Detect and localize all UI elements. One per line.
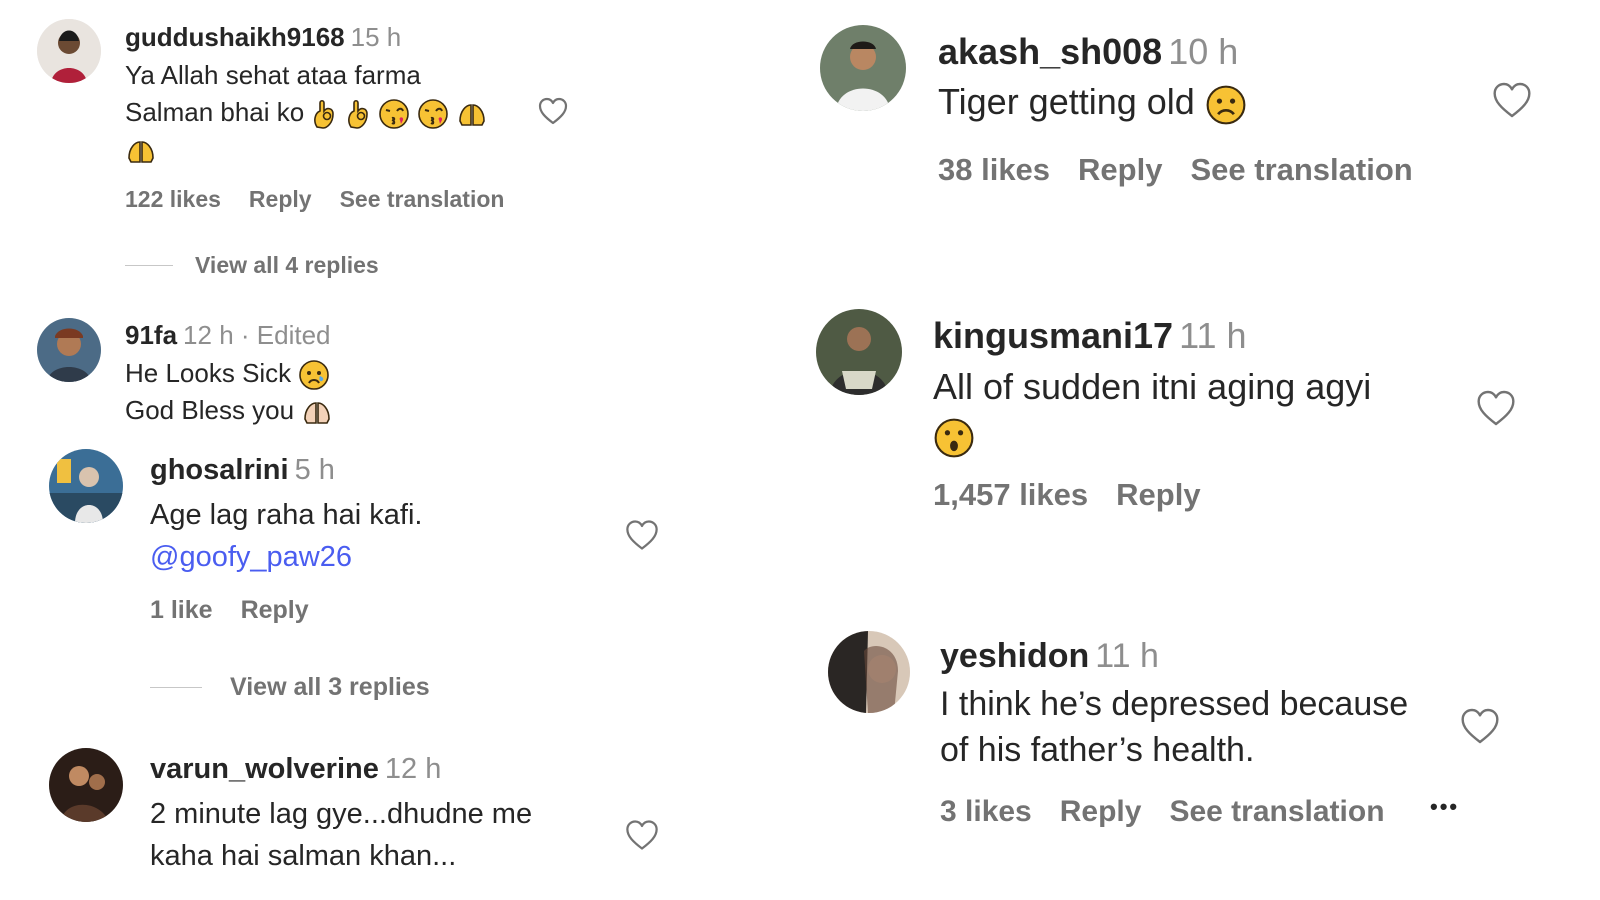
comment-kingusmani17: kingusmani17 11 h All of sudden itni agin… — [800, 300, 1600, 540]
comment-time[interactable]: 12 h — [385, 753, 441, 785]
comment-time[interactable]: 12 h — [183, 320, 234, 350]
comment-username[interactable]: varun_wolverine — [150, 753, 379, 785]
reply-button[interactable]: Reply — [241, 596, 309, 624]
comment-text-line: Ya Allah sehat ataa farma — [125, 60, 421, 91]
kissing-face-emoji — [417, 98, 449, 130]
comment-varun-wolverine: varun_wolverine 12 h 2 minute lag gye...d… — [0, 740, 700, 900]
comment-akash-sh008: akash_sh008 10 h Tiger getting old 38 lik… — [800, 0, 1600, 220]
comment-time[interactable]: 11 h — [1179, 315, 1246, 356]
avatar[interactable] — [820, 25, 906, 111]
ok-hand-emoji — [345, 99, 371, 130]
likes-count[interactable]: 38 likes — [938, 152, 1050, 187]
heart-outline-icon[interactable] — [1458, 706, 1502, 746]
reply-button[interactable]: Reply — [1116, 477, 1200, 512]
comment-username[interactable]: yeshidon — [940, 637, 1089, 675]
divider-line — [150, 687, 202, 688]
view-replies-label[interactable]: View all 4 replies — [195, 252, 379, 279]
reply-button[interactable]: Reply — [1060, 795, 1142, 828]
comment-text-line: He Looks Sick — [125, 358, 292, 389]
likes-count[interactable]: 1 like — [150, 596, 213, 624]
avatar[interactable] — [816, 309, 902, 395]
heart-outline-icon[interactable] — [1474, 388, 1518, 428]
comment-time[interactable]: 15 h — [351, 22, 402, 52]
likes-count[interactable]: 122 likes — [125, 186, 221, 212]
surprised-face-emoji — [933, 417, 975, 459]
left-comments-column: guddushaikh9168 15 h Ya Allah sehat ataa … — [0, 0, 700, 900]
reply-button[interactable]: Reply — [1078, 152, 1162, 187]
ok-hand-emoji — [311, 99, 337, 130]
comment-text-line: Salman bhai ko — [125, 97, 305, 128]
comment-text-line: kaha hai salman khan... — [150, 839, 457, 872]
view-replies-button[interactable]: View all 4 replies — [125, 252, 379, 279]
comment-text-line: 2 minute lag gye...dhudne me — [150, 797, 533, 830]
heart-outline-icon[interactable] — [624, 518, 660, 552]
comment-text-line: Age lag raha hai kafi. — [150, 498, 423, 531]
see-translation-button[interactable]: See translation — [1190, 152, 1412, 187]
comment-time[interactable]: 10 h — [1168, 31, 1238, 72]
comment-text-line: God Bless you — [125, 395, 295, 426]
heart-outline-icon[interactable] — [624, 818, 660, 852]
edited-label: · Edited — [233, 320, 331, 350]
comment-username[interactable]: akash_sh008 — [938, 31, 1162, 72]
more-options-icon[interactable]: ••• — [1430, 794, 1459, 820]
likes-count[interactable]: 1,457 likes — [933, 477, 1088, 512]
mention-link[interactable]: @goofy_paw26 — [150, 536, 610, 578]
likes-count[interactable]: 3 likes — [940, 795, 1032, 828]
heart-outline-icon[interactable] — [1490, 80, 1534, 120]
folded-hands-emoji — [301, 397, 333, 427]
view-replies-label[interactable]: View all 3 replies — [230, 673, 430, 702]
avatar[interactable] — [828, 631, 910, 713]
reply-button[interactable]: Reply — [249, 186, 312, 212]
comment-time[interactable]: 5 h — [295, 454, 335, 486]
comment-text-line: I think he’s depressed because — [940, 684, 1409, 723]
sad-face-emoji — [1205, 84, 1247, 126]
comment-yeshidon: yeshidon 11 h I think he’s depressed beca… — [800, 620, 1600, 900]
comment-guddushaikh9168: guddushaikh9168 15 h Ya Allah sehat ataa … — [0, 0, 700, 290]
avatar[interactable] — [37, 318, 101, 382]
folded-hands-emoji — [125, 136, 157, 166]
divider-line — [125, 265, 173, 266]
comment-username[interactable]: ghosalrini — [150, 454, 289, 486]
folded-hands-emoji — [456, 99, 488, 129]
comment-username[interactable]: kingusmani17 — [933, 315, 1173, 356]
right-comments-column: akash_sh008 10 h Tiger getting old 38 lik… — [800, 0, 1600, 900]
avatar[interactable] — [49, 748, 123, 822]
see-translation-button[interactable]: See translation — [340, 186, 505, 212]
crying-face-emoji — [298, 359, 330, 391]
avatar[interactable] — [37, 19, 101, 83]
comment-text-line: All of sudden itni aging agyi — [933, 366, 1372, 408]
view-replies-button[interactable]: View all 3 replies — [150, 673, 430, 702]
comment-ghosalrini: ghosalrini 5 h Age lag raha hai kafi. @go… — [0, 445, 700, 715]
comment-91fa: 91fa 12 h · Edited He Looks Sick God Bles… — [0, 300, 700, 440]
comment-text-line: Tiger getting old — [938, 81, 1195, 123]
kissing-face-emoji — [378, 98, 410, 130]
comment-time[interactable]: 11 h — [1095, 637, 1159, 675]
comment-username[interactable]: 91fa — [125, 320, 177, 350]
heart-outline-icon[interactable] — [537, 96, 569, 126]
avatar[interactable] — [49, 449, 123, 523]
see-translation-button[interactable]: See translation — [1169, 795, 1384, 828]
comment-username[interactable]: guddushaikh9168 — [125, 22, 345, 52]
comment-text-line: of his father’s health. — [940, 730, 1255, 769]
